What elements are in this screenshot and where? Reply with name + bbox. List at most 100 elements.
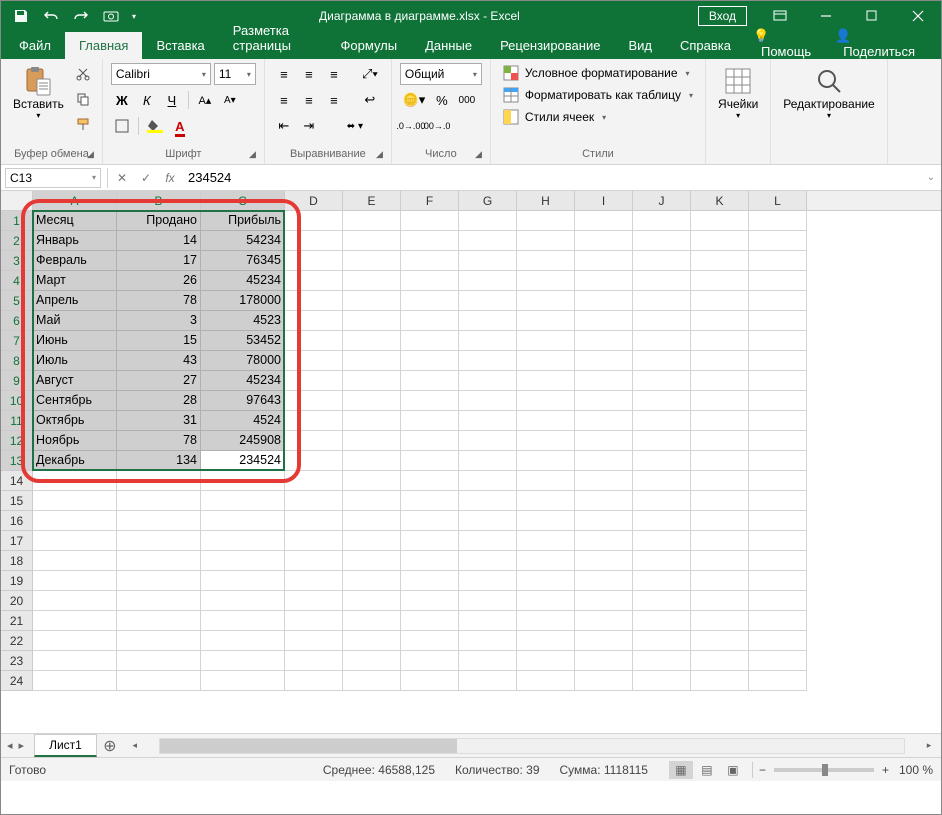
- cell[interactable]: [401, 471, 459, 491]
- cell[interactable]: [517, 671, 575, 691]
- row-header[interactable]: 6: [1, 311, 33, 331]
- cell[interactable]: [33, 471, 117, 491]
- cell[interactable]: [459, 511, 517, 531]
- cell[interactable]: 31: [117, 411, 201, 431]
- cell[interactable]: [117, 551, 201, 571]
- worksheet-grid[interactable]: ABCDEFGHIJKL 123456789101112131415161718…: [1, 191, 941, 733]
- cell[interactable]: [749, 631, 807, 651]
- cell[interactable]: [575, 351, 633, 371]
- scroll-left-icon[interactable]: ◂: [127, 738, 143, 754]
- formula-input[interactable]: [182, 170, 921, 185]
- font-color-icon[interactable]: А: [169, 115, 191, 137]
- cell[interactable]: Сентябрь: [33, 391, 117, 411]
- row-header[interactable]: 9: [1, 371, 33, 391]
- cell[interactable]: Продано: [117, 211, 201, 231]
- cell[interactable]: [633, 431, 691, 451]
- cell[interactable]: [201, 671, 285, 691]
- cell[interactable]: 134: [117, 451, 201, 471]
- cell[interactable]: Март: [33, 271, 117, 291]
- align-top-icon[interactable]: ≡: [273, 63, 295, 85]
- cell[interactable]: 97643: [201, 391, 285, 411]
- cell[interactable]: Февраль: [33, 251, 117, 271]
- cell[interactable]: [691, 211, 749, 231]
- comma-icon[interactable]: 000: [456, 89, 478, 111]
- cell[interactable]: [749, 351, 807, 371]
- cell[interactable]: [517, 411, 575, 431]
- cell[interactable]: [691, 291, 749, 311]
- cell[interactable]: [285, 631, 343, 651]
- cancel-formula-icon[interactable]: ✕: [110, 168, 134, 188]
- cell[interactable]: [691, 331, 749, 351]
- row-header[interactable]: 20: [1, 591, 33, 611]
- camera-icon[interactable]: [97, 5, 125, 27]
- cell[interactable]: [285, 511, 343, 531]
- increase-decimal-icon[interactable]: .0→.00: [400, 115, 422, 137]
- cell[interactable]: [749, 271, 807, 291]
- cell[interactable]: [117, 491, 201, 511]
- cell[interactable]: 76345: [201, 251, 285, 271]
- cell[interactable]: [285, 391, 343, 411]
- cell[interactable]: [633, 351, 691, 371]
- cell[interactable]: [749, 411, 807, 431]
- cell[interactable]: [33, 511, 117, 531]
- cell[interactable]: [459, 631, 517, 651]
- cell[interactable]: [517, 391, 575, 411]
- cell[interactable]: [401, 591, 459, 611]
- dialog-launcher-icon[interactable]: ◢: [376, 149, 383, 160]
- cell[interactable]: [343, 431, 401, 451]
- cell[interactable]: [517, 251, 575, 271]
- cell[interactable]: [575, 651, 633, 671]
- row-header[interactable]: 21: [1, 611, 33, 631]
- cell[interactable]: [749, 431, 807, 451]
- row-header[interactable]: 13: [1, 451, 33, 471]
- cell[interactable]: [517, 271, 575, 291]
- cell[interactable]: [517, 231, 575, 251]
- cell[interactable]: [401, 271, 459, 291]
- cell[interactable]: [459, 351, 517, 371]
- cell[interactable]: [691, 271, 749, 291]
- cell[interactable]: [343, 331, 401, 351]
- login-button[interactable]: Вход: [698, 6, 747, 26]
- cell[interactable]: [575, 531, 633, 551]
- cell[interactable]: [343, 471, 401, 491]
- cell[interactable]: 245908: [201, 431, 285, 451]
- cell[interactable]: [691, 471, 749, 491]
- cell[interactable]: [749, 491, 807, 511]
- cell[interactable]: [285, 311, 343, 331]
- cell[interactable]: [749, 591, 807, 611]
- cell[interactable]: [401, 211, 459, 231]
- name-box[interactable]: C13▾: [5, 168, 101, 188]
- cell[interactable]: 17: [117, 251, 201, 271]
- cell[interactable]: [749, 571, 807, 591]
- conditional-formatting-button[interactable]: Условное форматирование▾: [499, 63, 694, 83]
- cell[interactable]: 78: [117, 431, 201, 451]
- cell[interactable]: [285, 591, 343, 611]
- cell[interactable]: [575, 631, 633, 651]
- cell[interactable]: [691, 531, 749, 551]
- cell[interactable]: [749, 231, 807, 251]
- italic-button[interactable]: К: [136, 89, 158, 111]
- cell[interactable]: [633, 271, 691, 291]
- fill-color-icon[interactable]: [144, 115, 166, 137]
- cell[interactable]: [343, 251, 401, 271]
- cell[interactable]: [691, 351, 749, 371]
- cell[interactable]: [575, 371, 633, 391]
- cell[interactable]: [459, 551, 517, 571]
- cell[interactable]: [285, 491, 343, 511]
- close-icon[interactable]: [895, 1, 941, 31]
- cell[interactable]: [633, 491, 691, 511]
- cell[interactable]: [401, 451, 459, 471]
- cell[interactable]: [285, 551, 343, 571]
- increase-indent-icon[interactable]: ⇥: [298, 115, 320, 137]
- cell[interactable]: [633, 211, 691, 231]
- merge-icon[interactable]: ⬌ ▾: [332, 115, 378, 137]
- increase-font-icon[interactable]: A▴: [194, 89, 216, 111]
- editing-button[interactable]: Редактирование ▾: [779, 63, 878, 122]
- cell[interactable]: [575, 211, 633, 231]
- select-all-corner[interactable]: [1, 191, 33, 210]
- cell[interactable]: Прибыль: [201, 211, 285, 231]
- cell[interactable]: [343, 571, 401, 591]
- cell[interactable]: [117, 671, 201, 691]
- cell[interactable]: Октябрь: [33, 411, 117, 431]
- cell[interactable]: [459, 231, 517, 251]
